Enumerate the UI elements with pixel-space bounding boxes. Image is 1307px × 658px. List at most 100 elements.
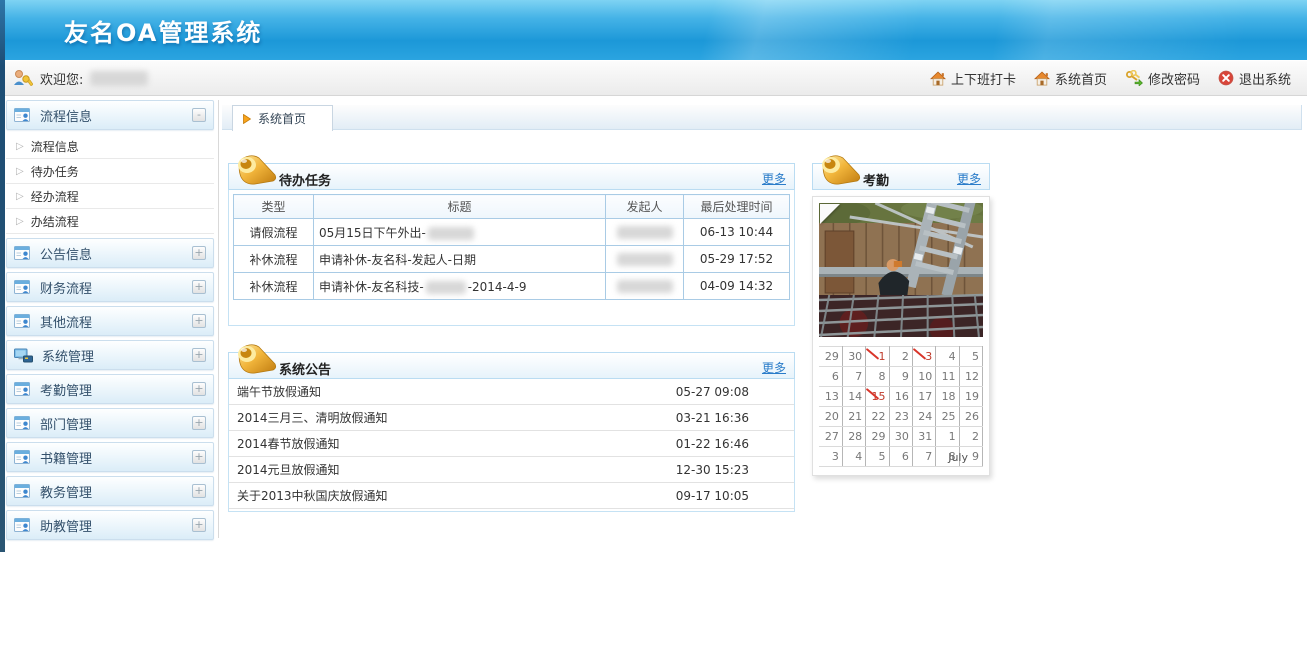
calendar-week: 29 30 1 2 3 4 5: [819, 347, 983, 367]
collapse-icon[interactable]: -: [192, 108, 206, 122]
expand-icon[interactable]: +: [192, 348, 206, 362]
sidebar-section-academic-mgmt[interactable]: 教务管理 +: [6, 476, 214, 506]
calendar-day[interactable]: 18: [936, 387, 959, 407]
toolbar-link-punch-clock[interactable]: 上下班打卡: [930, 69, 1016, 88]
calendar-day[interactable]: 23: [889, 407, 912, 427]
calendar-day-marked[interactable]: 1: [866, 347, 889, 367]
calendar-day[interactable]: 14: [842, 387, 865, 407]
todo-title[interactable]: 申请补休-友名科技--2014-4-9: [314, 273, 606, 300]
announcement-item[interactable]: 2014三月三、清明放假通知 03-21 16:36: [229, 405, 794, 431]
calendar-day[interactable]: 17: [912, 387, 935, 407]
calendar-day[interactable]: 5: [959, 347, 982, 367]
todo-sender: [606, 273, 684, 300]
announcement-time: 03-21 16:36: [676, 411, 749, 425]
calendar-day[interactable]: 29: [819, 347, 842, 367]
calendar-day[interactable]: 4: [842, 447, 865, 467]
calendar-day[interactable]: 29: [866, 427, 889, 447]
sidebar-section-announcement-info[interactable]: 公告信息 +: [6, 238, 214, 268]
calendar-day[interactable]: 4: [936, 347, 959, 367]
calendar-day[interactable]: 7: [842, 367, 865, 387]
toolbar-link-change-password[interactable]: 修改密码: [1125, 69, 1200, 88]
sidebar-section-assistant-mgmt[interactable]: 助教管理 +: [6, 510, 214, 540]
welcome-area: 欢迎您:: [12, 69, 148, 88]
sidebar-divider: [218, 100, 219, 538]
calendar-day[interactable]: 2: [889, 347, 912, 367]
calendar-day-marked[interactable]: 15: [866, 387, 889, 407]
calendar-day[interactable]: 19: [959, 387, 982, 407]
toolbar-link-system-home[interactable]: 系统首页: [1034, 69, 1107, 88]
sidebar-section-attendance-mgmt[interactable]: 考勤管理 +: [6, 374, 214, 404]
todo-title[interactable]: 申请补休-友名科-发起人-日期: [314, 246, 606, 273]
expand-icon[interactable]: +: [192, 382, 206, 396]
calendar-day[interactable]: 6: [819, 367, 842, 387]
sidebar-section-label: 公告信息: [40, 244, 192, 263]
attendance-photo[interactable]: [819, 203, 983, 337]
sidebar-item-label: 流程信息: [31, 138, 79, 155]
sidebar-section-label: 系统管理: [42, 346, 192, 365]
todo-table-header-row: 类型 标题 发起人 最后处理时间: [234, 195, 790, 219]
expand-icon[interactable]: +: [192, 314, 206, 328]
sidebar-item-todo-tasks[interactable]: ▷待办任务: [6, 159, 214, 184]
calendar-day[interactable]: 20: [819, 407, 842, 427]
keys-icon: [1125, 70, 1143, 86]
expand-icon[interactable]: +: [192, 450, 206, 464]
todo-more-link[interactable]: 更多: [762, 170, 786, 187]
page-fold-icon: [820, 204, 840, 224]
calendar-day[interactable]: 31: [912, 427, 935, 447]
sidebar-item-process-info[interactable]: ▷流程信息: [6, 134, 214, 159]
attendance-more-link[interactable]: 更多: [957, 170, 981, 187]
sidebar-section-other-flow[interactable]: 其他流程 +: [6, 306, 214, 336]
calendar-day[interactable]: 22: [866, 407, 889, 427]
calendar-table: 29 30 1 2 3 4 5 6 7 8 9 10 11 12: [819, 346, 983, 467]
calendar-day[interactable]: 5: [866, 447, 889, 467]
calendar-day[interactable]: 6: [889, 447, 912, 467]
sidebar-section-process-info[interactable]: 流程信息 -: [6, 100, 214, 130]
sidebar-item-completed-flows[interactable]: ▷办结流程: [6, 209, 214, 234]
calendar-day[interactable]: 21: [842, 407, 865, 427]
announcement-item[interactable]: 2014春节放假通知 01-22 16:46: [229, 431, 794, 457]
todo-title[interactable]: 05月15日下午外出-: [314, 219, 606, 246]
expand-icon[interactable]: +: [192, 280, 206, 294]
sidebar-section-finance-flow[interactable]: 财务流程 +: [6, 272, 214, 302]
sidebar-section-label: 部门管理: [40, 414, 192, 433]
calendar-day[interactable]: 30: [889, 427, 912, 447]
sender-redacted: [617, 226, 673, 239]
sidebar-section-department-mgmt[interactable]: 部门管理 +: [6, 408, 214, 438]
announcement-item[interactable]: 端午节放假通知 05-27 09:08: [229, 379, 794, 405]
announcement-item[interactable]: 关于2013中秋国庆放假通知 09-17 10:05: [229, 483, 794, 509]
expand-icon[interactable]: +: [192, 484, 206, 498]
sidebar-item-handled-flows[interactable]: ▷经办流程: [6, 184, 214, 209]
calendar-day[interactable]: 10: [912, 367, 935, 387]
calendar-day[interactable]: 3: [819, 447, 842, 467]
calendar-month-label: July: [948, 451, 968, 464]
announcement-item[interactable]: 2014元旦放假通知 12-30 15:23: [229, 457, 794, 483]
calendar-day[interactable]: 30: [842, 347, 865, 367]
expand-icon[interactable]: +: [192, 518, 206, 532]
user-card-icon: [14, 449, 31, 465]
calendar-day[interactable]: 27: [819, 427, 842, 447]
calendar-day[interactable]: 13: [819, 387, 842, 407]
tab-system-home[interactable]: 系统首页: [232, 105, 333, 131]
calendar-day[interactable]: 16: [889, 387, 912, 407]
calendar-day[interactable]: 25: [936, 407, 959, 427]
calendar-day[interactable]: 1: [936, 427, 959, 447]
calendar-day[interactable]: 12: [959, 367, 982, 387]
calendar-day[interactable]: 8: [866, 367, 889, 387]
expand-icon[interactable]: +: [192, 246, 206, 260]
calendar-day[interactable]: 28: [842, 427, 865, 447]
calendar-day[interactable]: 2: [959, 427, 982, 447]
col-type: 类型: [234, 195, 314, 219]
sidebar-section-books-mgmt[interactable]: 书籍管理 +: [6, 442, 214, 472]
announcement-more-link[interactable]: 更多: [762, 359, 786, 376]
calendar-day-marked[interactable]: 3: [912, 347, 935, 367]
calendar-day[interactable]: 24: [912, 407, 935, 427]
sidebar-section-system-mgmt[interactable]: 系统管理 +: [6, 340, 214, 370]
calendar-day[interactable]: 11: [936, 367, 959, 387]
toolbar-link-logout[interactable]: 退出系统: [1218, 69, 1291, 88]
app-title: 友名OA管理系统: [64, 13, 262, 48]
calendar-day[interactable]: 9: [889, 367, 912, 387]
toolbar: 欢迎您: 上下班打卡 系统首页: [0, 60, 1307, 96]
calendar-day[interactable]: 26: [959, 407, 982, 427]
calendar-day[interactable]: 7: [912, 447, 935, 467]
expand-icon[interactable]: +: [192, 416, 206, 430]
